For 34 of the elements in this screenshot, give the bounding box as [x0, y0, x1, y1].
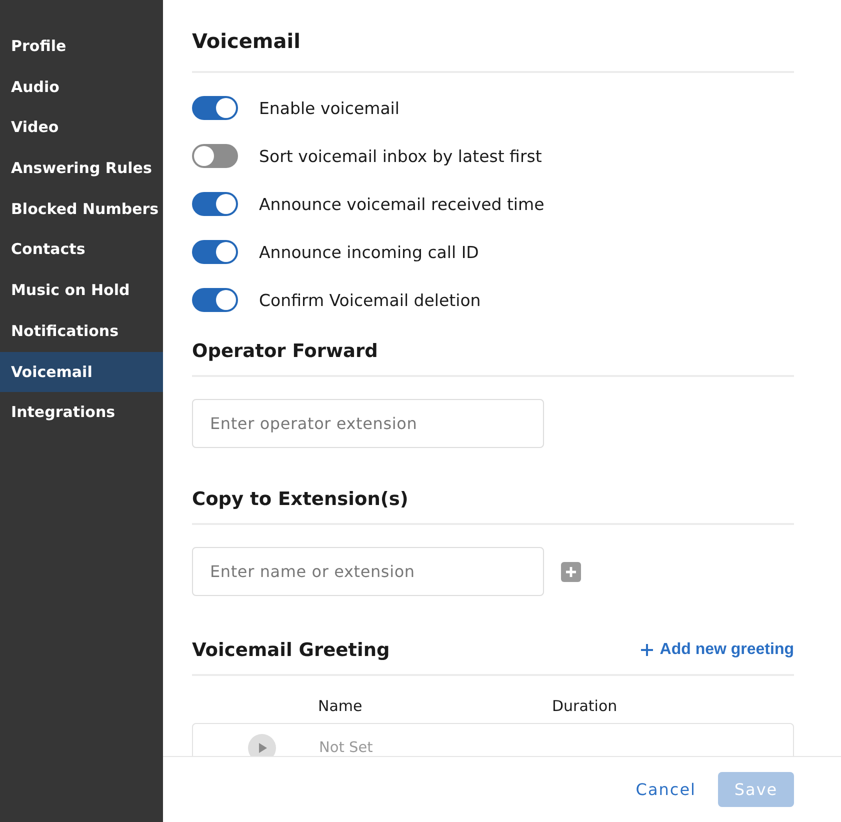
- input-field[interactable]: Enter operator extension: [192, 399, 544, 448]
- sidebar-item[interactable]: Profile: [0, 26, 163, 67]
- sidebar-item[interactable]: Audio: [0, 66, 163, 108]
- sidebar-item[interactable]: Video: [0, 107, 163, 148]
- sidebar-item[interactable]: Blocked Numbers: [0, 188, 163, 230]
- add-icon[interactable]: [561, 562, 581, 582]
- sidebar-item[interactable]: Answering Rules: [0, 148, 163, 189]
- sidebar-item[interactable]: Music on Hold: [0, 270, 163, 311]
- toggle-label: Announce incoming call ID: [259, 242, 479, 262]
- section-heading: Copy to Extension(s): [192, 488, 410, 512]
- column-header: Name: [318, 697, 364, 715]
- play-icon[interactable]: [248, 734, 276, 756]
- section-heading: Operator Forward: [192, 340, 379, 364]
- page-title: Voicemail: [192, 28, 302, 55]
- plus-icon: [640, 643, 654, 657]
- column-header: Duration: [552, 697, 618, 715]
- table-cell: Not Set: [319, 740, 373, 756]
- sidebar-item[interactable]: Voicemail: [0, 352, 163, 392]
- add-greeting-link[interactable]: Add new greeting: [640, 641, 794, 659]
- sidebar-item[interactable]: Notifications: [0, 310, 163, 352]
- toggle-switch[interactable]: [192, 240, 238, 264]
- sidebar-item[interactable]: Contacts: [0, 229, 163, 270]
- toggle-label: Sort voicemail inbox by latest first: [259, 146, 542, 166]
- toggle-switch[interactable]: [192, 192, 238, 216]
- toggle-label: Confirm Voicemail deletion: [259, 290, 481, 310]
- section-heading: Voicemail Greeting: [192, 639, 390, 663]
- cancel-button[interactable]: Cancel: [636, 774, 696, 806]
- toggle-switch[interactable]: [192, 288, 238, 312]
- toggle-label: Enable voicemail: [259, 98, 400, 118]
- sidebar-item[interactable]: Integrations: [0, 392, 163, 433]
- toggle-label: Announce voicemail received time: [259, 194, 544, 214]
- toggle-switch[interactable]: [192, 96, 238, 120]
- toggle-switch[interactable]: [192, 144, 238, 168]
- input-field[interactable]: Enter name or extension: [192, 547, 544, 596]
